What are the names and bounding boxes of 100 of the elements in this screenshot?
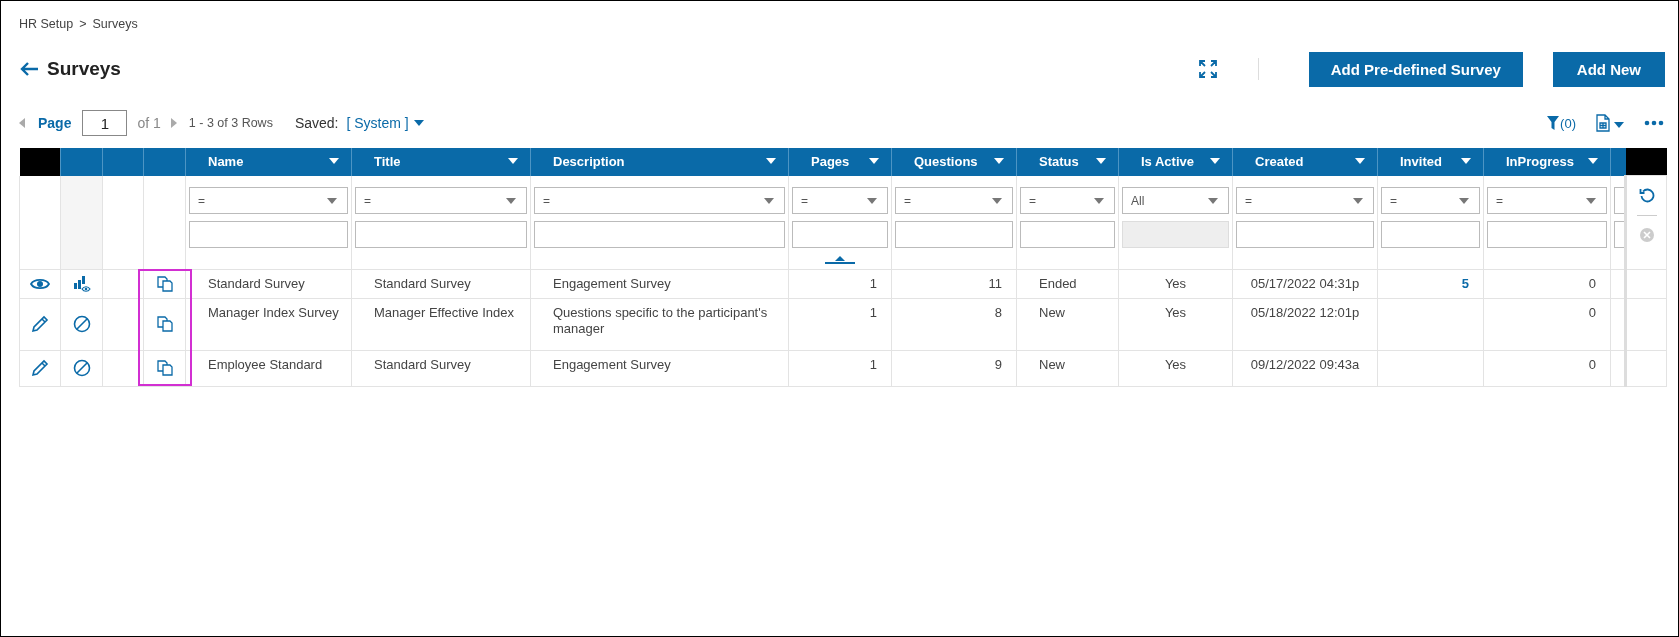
filter-dropdown[interactable]: = (355, 187, 527, 214)
caret-icon[interactable] (869, 158, 879, 165)
filter-dropdown[interactable]: = (792, 187, 888, 214)
pencil-icon[interactable] (31, 315, 49, 333)
add-predefined-survey-button[interactable]: Add Pre-defined Survey (1308, 51, 1523, 87)
breadcrumb-link[interactable]: Surveys (92, 17, 138, 31)
filter-dropdown[interactable]: = (534, 187, 785, 214)
table-cell: 8 (994, 304, 1002, 320)
filter-input[interactable] (1381, 221, 1480, 248)
caret-icon[interactable] (1355, 158, 1365, 165)
spreadsheet-icon[interactable] (1596, 114, 1610, 132)
filter-input[interactable] (1614, 221, 1626, 248)
column-header[interactable]: Name (185, 148, 352, 176)
page-title: Surveys (47, 58, 121, 80)
column-header[interactable]: Description (530, 148, 789, 176)
filter-input[interactable] (1236, 221, 1374, 248)
page-number-field[interactable]: 1 (82, 110, 128, 136)
copy-icon[interactable] (156, 275, 173, 292)
table-cell: 05/18/2022 12:01p (1250, 304, 1360, 320)
filter-input[interactable] (895, 221, 1013, 248)
table-cell: Ended (1039, 275, 1077, 291)
column-header[interactable]: Created (1232, 148, 1378, 176)
table-cell: 1 (869, 275, 877, 291)
prohibited-icon[interactable] (72, 359, 91, 377)
column-header[interactable]: Is Active (1118, 148, 1233, 176)
caret-icon[interactable] (764, 197, 774, 204)
caret-icon[interactable] (1588, 158, 1598, 165)
saved-label: Saved: (294, 115, 339, 131)
filter-input[interactable] (792, 221, 888, 248)
saved-view-dropdown[interactable]: [ System ] (346, 115, 409, 131)
table-cell: 0 (1588, 275, 1596, 291)
caret-icon[interactable] (506, 197, 516, 204)
prohibited-icon[interactable] (72, 315, 91, 333)
column-header[interactable]: Pages (788, 148, 892, 176)
page-count: of 1 (137, 115, 161, 131)
table-cell: Standard Survey (374, 356, 471, 372)
page-label: Page (38, 115, 72, 131)
caret-icon[interactable] (413, 120, 424, 126)
filter-input[interactable] (189, 221, 348, 248)
caret-icon[interactable] (1208, 197, 1218, 204)
caret-icon[interactable] (994, 158, 1004, 165)
caret-icon[interactable] (1459, 197, 1469, 204)
bar-chart-eye-icon[interactable] (72, 274, 91, 293)
table-cell: Engagement Survey (553, 275, 671, 291)
filter-dropdown[interactable]: = (189, 187, 348, 214)
table-cell: New (1039, 304, 1065, 320)
table-cell: Engagement Survey (553, 356, 671, 372)
table-cell: 09/12/2022 09:43a (1250, 356, 1360, 372)
back-arrow-icon[interactable] (19, 61, 39, 77)
column-header[interactable]: Questions (891, 148, 1017, 176)
table-cell: Manager Index Survey (208, 304, 339, 320)
table-cell: Yes (1164, 356, 1187, 372)
filter-dropdown[interactable]: = (1487, 187, 1607, 214)
table-cell: Yes (1164, 304, 1187, 320)
table-cell: 11 (988, 275, 1002, 291)
column-header[interactable]: Invited (1377, 148, 1484, 176)
add-new-button[interactable]: Add New (1552, 51, 1665, 87)
table-cell: Standard Survey (208, 275, 305, 291)
filter-button[interactable]: (0) (1547, 115, 1576, 131)
column-header[interactable]: InProgress (1483, 148, 1611, 176)
invited-count-link[interactable]: 5 (1461, 275, 1469, 291)
sort-ascending-icon[interactable] (825, 256, 855, 264)
filter-dropdown[interactable]: = (1381, 187, 1480, 214)
caret-icon[interactable] (992, 197, 1002, 204)
filter-dropdown[interactable]: All (1122, 187, 1229, 214)
caret-icon[interactable] (327, 197, 337, 204)
copy-icon[interactable] (156, 360, 173, 376)
caret-icon[interactable] (1614, 121, 1624, 128)
filter-input[interactable] (534, 221, 785, 248)
table-cell: 9 (994, 356, 1002, 372)
expand-icon[interactable] (1197, 59, 1218, 79)
pencil-icon[interactable] (31, 359, 49, 377)
column-header[interactable]: Title (351, 148, 531, 176)
table-cell: 1 (869, 304, 877, 320)
more-options-icon[interactable] (1644, 120, 1664, 126)
caret-icon[interactable] (1096, 158, 1106, 165)
caret-icon[interactable] (1353, 197, 1363, 204)
caret-icon[interactable] (329, 158, 339, 165)
filter-dropdown[interactable]: = (1020, 187, 1115, 214)
caret-icon[interactable] (1461, 158, 1471, 165)
caret-icon[interactable] (867, 197, 877, 204)
row-count: 1 - 3 of 3 Rows (188, 116, 273, 130)
caret-icon[interactable] (766, 158, 776, 165)
caret-icon[interactable] (1094, 197, 1104, 204)
filter-input[interactable] (1487, 221, 1607, 248)
filter-dropdown[interactable]: = (1236, 187, 1374, 214)
breadcrumb-link[interactable]: HR Setup (19, 17, 74, 31)
table-cell: 1 (869, 356, 877, 372)
column-header[interactable]: Status (1016, 148, 1119, 176)
caret-icon[interactable] (1210, 158, 1220, 165)
caret-icon[interactable] (508, 158, 518, 165)
caret-icon[interactable] (1586, 197, 1596, 204)
filter-input[interactable] (1020, 221, 1115, 248)
filter-dropdown[interactable]: = (895, 187, 1013, 214)
eye-icon[interactable] (30, 276, 50, 291)
table-cell: Manager Effective Index (374, 304, 514, 320)
copy-icon[interactable] (156, 316, 173, 332)
table-cell: New (1039, 356, 1065, 372)
reset-icon[interactable] (1638, 187, 1655, 203)
filter-input[interactable] (355, 221, 527, 248)
